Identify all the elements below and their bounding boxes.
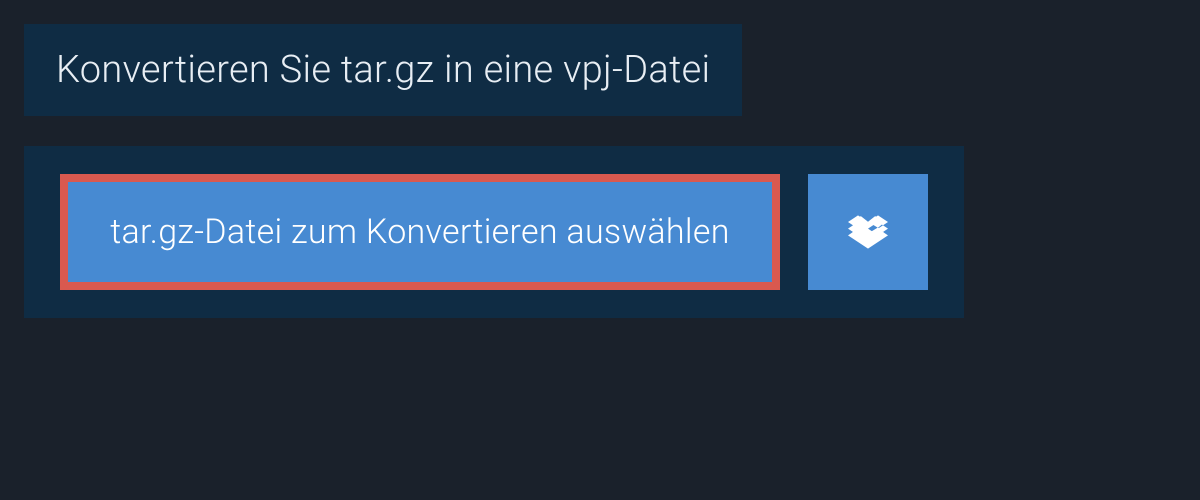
page-title-bar: Konvertieren Sie tar.gz in eine vpj-Date… [24, 24, 742, 116]
dropbox-icon [848, 212, 888, 252]
dropbox-button[interactable] [808, 174, 928, 290]
page-title: Konvertieren Sie tar.gz in eine vpj-Date… [56, 48, 710, 92]
upload-panel: tar.gz-Datei zum Konvertieren auswählen [24, 146, 964, 318]
select-file-button[interactable]: tar.gz-Datei zum Konvertieren auswählen [60, 174, 780, 290]
select-file-label: tar.gz-Datei zum Konvertieren auswählen [110, 212, 729, 252]
